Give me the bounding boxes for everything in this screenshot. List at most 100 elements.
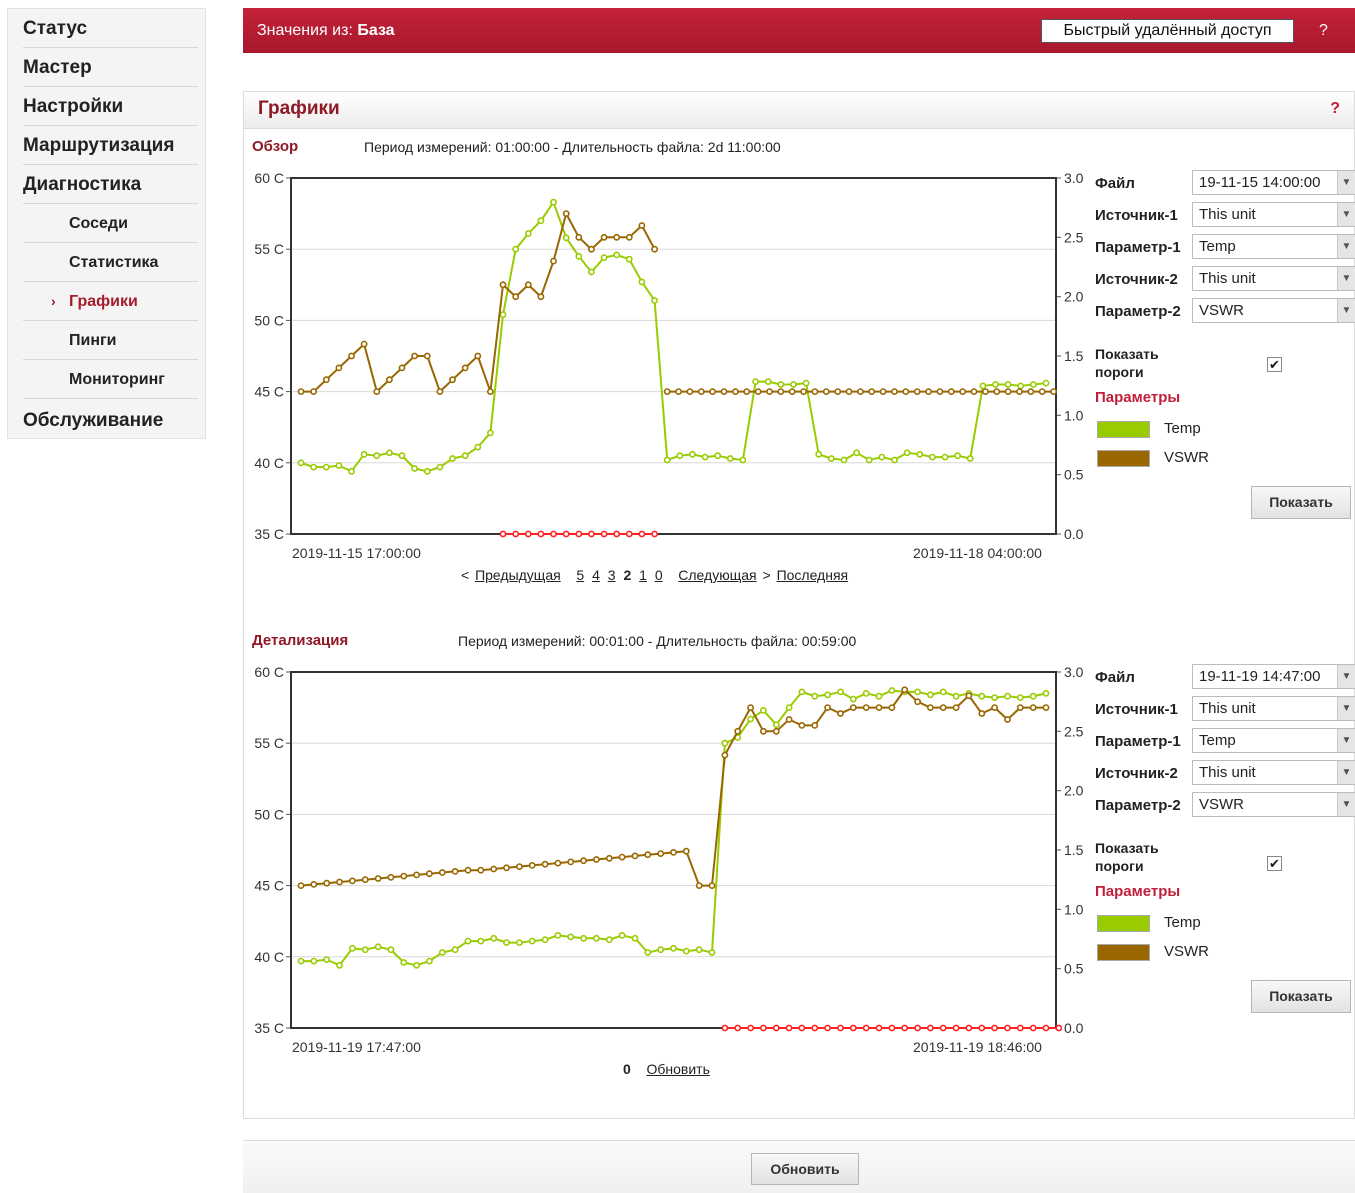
top-header-bar: Значения из: База Быстрый удалённый дост… (243, 8, 1355, 53)
nav-item-settings[interactable]: Настройки (23, 87, 198, 126)
pager-page-0[interactable]: 0 (655, 567, 663, 583)
data-point-temp (1029, 692, 1037, 700)
detail-param2-select[interactable]: VSWR ▼ (1192, 792, 1355, 817)
detail-chart: 60 C 55 C 50 C 45 C 40 C 35 C 3.0 2.5 2.0 1.5 1.0 0… (244, 659, 1094, 1039)
nav-sub-neighbors[interactable]: Соседи (23, 204, 198, 243)
data-point-temp (537, 217, 545, 225)
nav-item-status[interactable]: Статус (23, 9, 198, 48)
data-point-vswr (398, 364, 406, 372)
data-point-temp (297, 957, 305, 965)
overview-file-select[interactable]: 19-11-15 14:00:00 ▼ (1192, 170, 1355, 195)
legend-label-temp: Temp (1164, 914, 1201, 931)
detail-param1-label: Параметр-1 (1095, 733, 1181, 750)
pager-page-4[interactable]: 4 (592, 567, 600, 583)
nav-sub-pings[interactable]: Пинги (23, 321, 198, 360)
data-point-vswr (777, 388, 785, 395)
data-point-vswr (1029, 704, 1037, 711)
overview-show-button[interactable]: Показать (1251, 486, 1351, 519)
data-point-vswr (862, 704, 870, 711)
data-point-vswr (947, 388, 955, 395)
thresholds-label-line1: Показать (1095, 840, 1159, 856)
nav-item-diagnostics[interactable]: Диагностика (23, 165, 198, 204)
pager-page-1[interactable]: 1 (639, 567, 647, 583)
detail-file-label: Файл (1095, 669, 1135, 686)
data-point-vswr (845, 388, 853, 395)
y-tick-label-left: 45 C (254, 384, 284, 400)
legend-label-vswr: VSWR (1164, 943, 1209, 960)
data-point-threshold (721, 1024, 729, 1032)
data-point-temp (490, 934, 498, 942)
data-point-temp (811, 692, 819, 700)
y-tick-label-right: 1.0 (1064, 901, 1084, 917)
data-point-temp (708, 949, 716, 956)
detail-show-button[interactable]: Показать (1251, 980, 1351, 1013)
data-point-temp (562, 234, 570, 242)
data-point-threshold (734, 1024, 742, 1032)
overview-param1-select[interactable]: Temp ▼ (1192, 234, 1355, 259)
data-point-vswr (625, 233, 633, 241)
data-point-threshold (587, 530, 595, 538)
data-point-vswr (449, 376, 456, 384)
detail-source1-select[interactable]: This unit ▼ (1192, 696, 1355, 721)
series-line-temp (301, 689, 1047, 967)
y-tick-label-right: 0.0 (1064, 1020, 1084, 1036)
nav-item-maintenance[interactable]: Обслуживание (23, 401, 198, 440)
data-point-temp (651, 297, 658, 304)
pager-next-link[interactable]: Следующая (678, 567, 756, 583)
data-point-temp (1042, 690, 1050, 697)
pager-page-3[interactable]: 3 (608, 567, 616, 583)
data-point-vswr (580, 857, 587, 865)
overview-param2-select[interactable]: VSWR ▼ (1192, 298, 1355, 323)
data-point-temp (550, 198, 557, 206)
data-point-vswr (734, 727, 742, 735)
data-point-vswr (834, 388, 842, 395)
nav-sub-monitoring[interactable]: Мониторинг (23, 360, 198, 399)
data-point-vswr (423, 352, 431, 360)
data-point-vswr (811, 388, 819, 395)
detail-thresholds-checkbox[interactable]: ✔ (1267, 856, 1282, 871)
pager-current-page: 2 (623, 567, 632, 583)
overview-source1-select[interactable]: This unit ▼ (1192, 202, 1355, 227)
data-point-temp (373, 452, 381, 460)
data-point-vswr (618, 853, 626, 861)
pager-prev-link[interactable]: Предыдущая (475, 567, 561, 583)
pager-last-link[interactable]: Последняя (777, 567, 849, 583)
footer-refresh-button[interactable]: Обновить (751, 1153, 859, 1185)
data-point-threshold (939, 1024, 947, 1032)
detail-refresh-link[interactable]: Обновить (646, 1061, 709, 1077)
detail-param1-select[interactable]: Temp ▼ (1192, 728, 1355, 753)
data-point-vswr (638, 222, 646, 229)
data-point-temp (631, 934, 639, 942)
overview-source2-select[interactable]: This unit ▼ (1192, 266, 1355, 291)
overview-thresholds-checkbox[interactable]: ✔ (1267, 357, 1282, 372)
nav-sub-statistics[interactable]: Статистика (23, 243, 198, 282)
data-point-temp (385, 449, 393, 457)
y-tick-label-left: 60 C (254, 664, 284, 680)
data-point-threshold (1016, 1024, 1024, 1032)
pager-page-5[interactable]: 5 (576, 567, 584, 583)
detail-date-start: 2019-11-19 17:47:00 (292, 1039, 421, 1055)
overview-pager: < Предыдущая 5 4 3 2 1 0 Следующая > Пос… (461, 567, 850, 583)
data-point-vswr (978, 710, 986, 717)
data-point-vswr (411, 352, 418, 360)
nav-sub-graphs[interactable]: › Графики (23, 282, 198, 321)
data-point-temp (349, 944, 356, 952)
quick-remote-access-button[interactable]: Быстрый удалённый доступ (1041, 19, 1294, 43)
data-point-threshold (888, 1024, 896, 1032)
data-point-threshold (811, 1024, 819, 1032)
data-point-temp (436, 463, 444, 471)
data-point-temp (554, 931, 562, 939)
panel-help-icon[interactable]: ? (1330, 100, 1340, 118)
data-point-vswr (322, 376, 330, 384)
detail-title: Детализация (252, 632, 349, 649)
data-point-temp (688, 450, 696, 458)
data-point-vswr (709, 388, 716, 395)
data-point-temp (348, 467, 355, 475)
detail-source2-select[interactable]: This unit ▼ (1192, 760, 1355, 785)
y-tick-label-right: 1.5 (1064, 842, 1084, 858)
graphs-panel: Графики ? Обзор Период измерений: 01:00:… (243, 91, 1355, 1119)
header-help-icon[interactable]: ? (1319, 8, 1328, 53)
detail-file-select[interactable]: 19-11-19 14:47:00 ▼ (1192, 664, 1355, 689)
nav-item-wizard[interactable]: Мастер (23, 48, 198, 87)
nav-item-routing[interactable]: Маршрутизация (23, 126, 198, 165)
